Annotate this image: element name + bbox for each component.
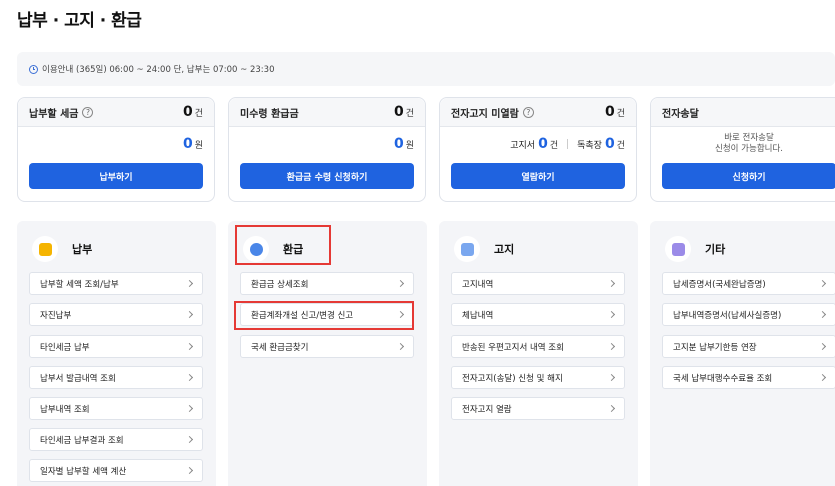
menu-item[interactable]: 일자별 납부할 세액 계산 <box>29 459 203 482</box>
card-title: 납부할 세금 <box>29 108 79 120</box>
panel-etc: 기타 납세증명서(국세완납증명) 납부내역증명서(납세사실증명) 고지분 납부기… <box>650 221 835 486</box>
chevron-right-icon <box>185 279 194 288</box>
menu-item[interactable]: 타인세금 납부결과 조회 <box>29 428 203 451</box>
menu-item[interactable]: 타인세금 납부 <box>29 335 203 358</box>
chevron-right-icon <box>607 342 616 351</box>
card-unclaimed-refund: 미수령 환급금 0 건 0 원 환급금 수령 신청하기 <box>228 97 426 202</box>
menu-item[interactable]: 국세 환급금찾기 <box>240 335 414 358</box>
refund-count: 0 <box>393 104 404 120</box>
chevron-right-icon <box>396 279 405 288</box>
notice-icon <box>454 236 480 262</box>
unread-count: 0 <box>604 104 615 120</box>
panel-payment: 납부 납부할 세액 조회/납부 자진납부 타인세금 납부 납부서 발급내역 조회… <box>17 221 216 486</box>
panel-title: 기타 <box>705 243 726 256</box>
menu-item[interactable]: 납부할 세액 조회/납부 <box>29 272 203 295</box>
chevron-right-icon <box>607 279 616 288</box>
menu-item[interactable]: 고지분 납부기한등 연장 <box>662 335 835 358</box>
etc-icon <box>665 236 691 262</box>
highlight-refund-title <box>235 225 331 265</box>
help-icon[interactable]: ? <box>82 106 94 118</box>
menu-item[interactable]: 환급금 상세조회 <box>240 272 414 295</box>
chevron-right-icon <box>396 342 405 351</box>
chevron-right-icon <box>185 404 194 413</box>
menu-item[interactable]: 국세 납부대행수수료율 조회 <box>662 366 835 389</box>
payable-amount: 0 <box>182 136 193 152</box>
menu-item[interactable]: 반송된 우편고지서 내역 조회 <box>451 335 625 358</box>
chevron-right-icon <box>818 342 827 351</box>
refund-amount: 0 <box>393 136 404 152</box>
refund-claim-button[interactable]: 환급금 수령 신청하기 <box>240 163 414 189</box>
card-unread-e-notice: 전자고지 미열람 ? 0 건 고지서 0 건 독촉장 0 건 열람하기 <box>439 97 637 202</box>
card-title: 전자고지 미열람 <box>451 108 519 120</box>
clock-icon <box>29 64 38 74</box>
menu-item[interactable]: 납부내역증명서(납세사실증명) <box>662 303 835 326</box>
payable-count: 0 <box>182 104 193 120</box>
chevron-right-icon <box>185 342 194 351</box>
menu-item[interactable]: 납부내역 조회 <box>29 397 203 420</box>
menu-item[interactable]: 전자고지(송달) 신청 및 해지 <box>451 366 625 389</box>
card-payable-tax: 납부할 세금 ? 0 건 0 원 납부하기 <box>17 97 215 202</box>
card-e-delivery: 전자송달 바로 전자송달 신청이 가능합니다. 신청하기 <box>650 97 835 202</box>
panel-title: 납부 <box>72 243 93 256</box>
pay-button[interactable]: 납부하기 <box>29 163 203 189</box>
chevron-right-icon <box>818 279 827 288</box>
menu-item[interactable]: 납세증명서(국세완납증명) <box>662 272 835 295</box>
menu-item[interactable]: 납부서 발급내역 조회 <box>29 366 203 389</box>
menu-item[interactable]: 고지내역 <box>451 272 625 295</box>
usage-notice: 이용안내 (365일) 06:00 ~ 24:00 단, 납부는 07:00 ~… <box>17 52 835 86</box>
chevron-right-icon <box>185 435 194 444</box>
help-icon[interactable]: ? <box>522 106 534 118</box>
card-title: 전자송달 <box>662 108 699 120</box>
payment-icon <box>32 236 58 262</box>
chevron-right-icon <box>607 373 616 382</box>
menu-item[interactable]: 자진납부 <box>29 303 203 326</box>
chevron-right-icon <box>185 466 194 475</box>
notice-count: 0 <box>538 136 548 152</box>
view-button[interactable]: 열람하기 <box>451 163 625 189</box>
divider <box>567 139 569 149</box>
demand-count: 0 <box>604 136 615 152</box>
panel-title: 고지 <box>494 243 515 256</box>
page-title: 납부 · 고지 · 환급 <box>17 11 142 31</box>
apply-button[interactable]: 신청하기 <box>662 163 835 189</box>
menu-item[interactable]: 전자고지 열람 <box>451 397 625 420</box>
highlight-refund-account-item <box>234 301 414 330</box>
chevron-right-icon <box>607 404 616 413</box>
usage-notice-text: 이용안내 (365일) 06:00 ~ 24:00 단, 납부는 07:00 ~… <box>42 65 275 75</box>
chevron-right-icon <box>185 310 194 319</box>
panel-notice: 고지 고지내역 체납내역 반송된 우편고지서 내역 조회 전자고지(송달) 신청… <box>439 221 638 486</box>
chevron-right-icon <box>607 310 616 319</box>
chevron-right-icon <box>818 310 827 319</box>
chevron-right-icon <box>185 373 194 382</box>
chevron-right-icon <box>818 373 827 382</box>
card-title: 미수령 환급금 <box>240 108 299 120</box>
menu-item[interactable]: 체납내역 <box>451 303 625 326</box>
